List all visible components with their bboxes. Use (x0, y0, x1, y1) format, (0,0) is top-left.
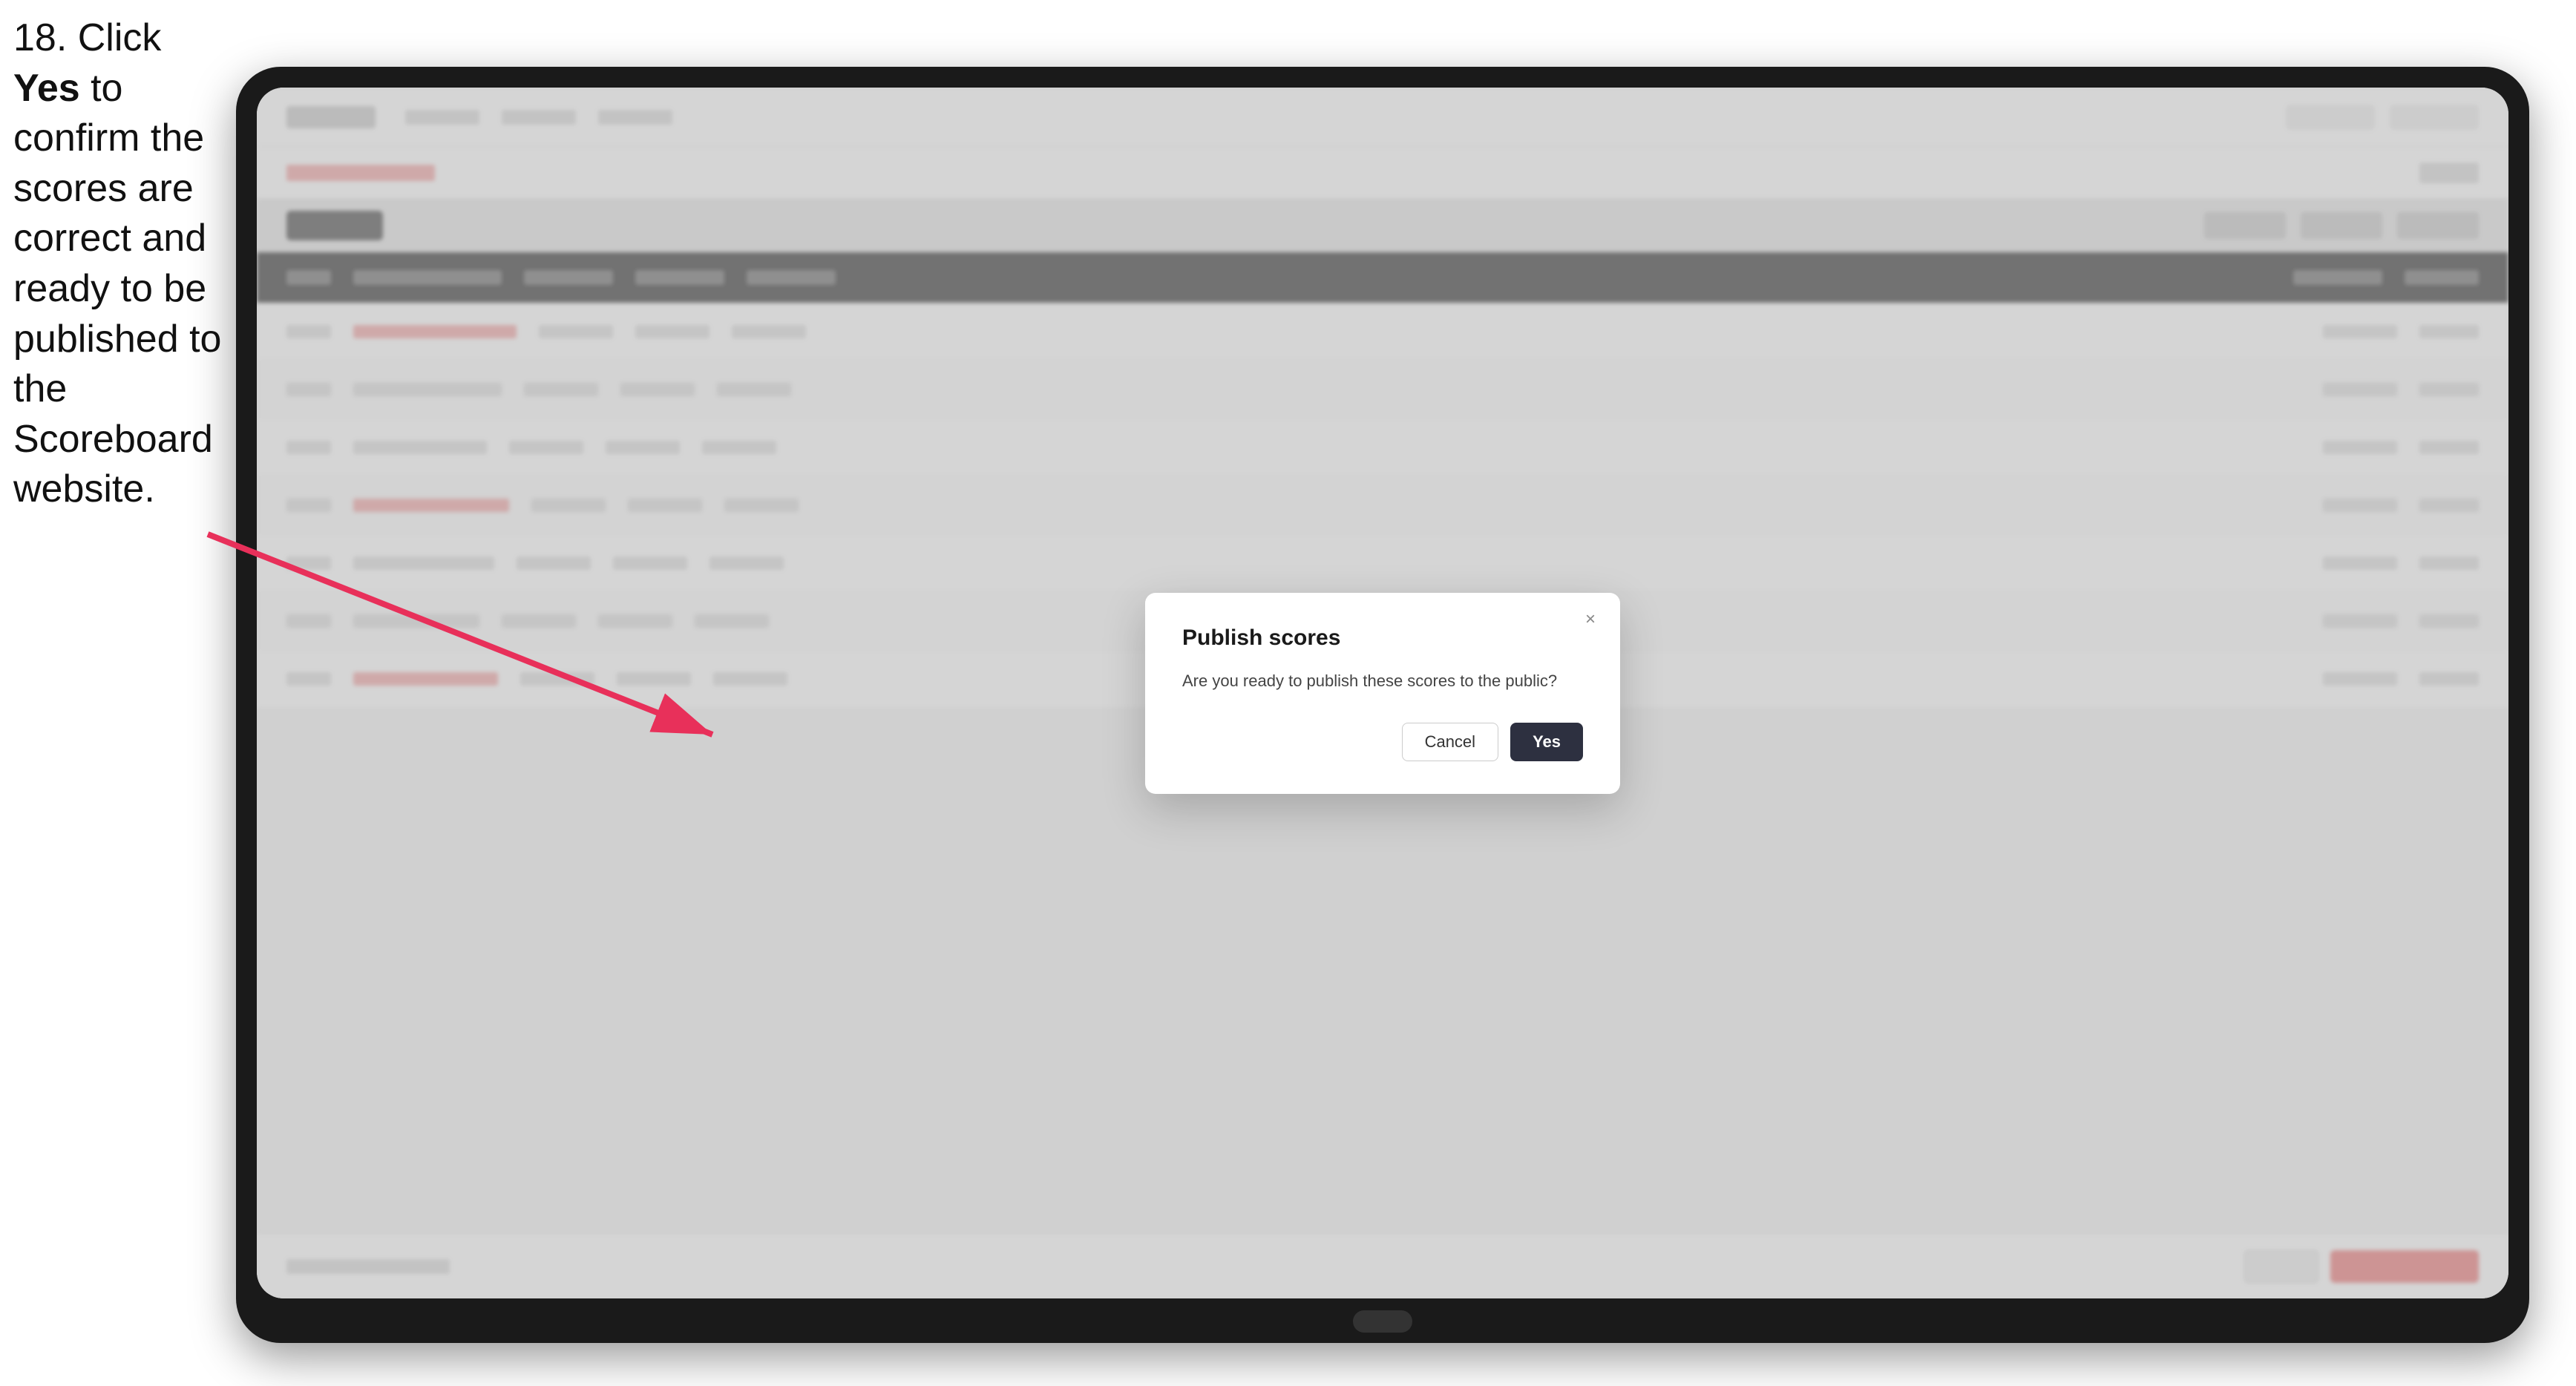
tablet-device: × Publish scores Are you ready to publis… (236, 67, 2529, 1343)
step-number: 18. (13, 16, 67, 59)
modal-message: Are you ready to publish these scores to… (1182, 669, 1583, 693)
modal-title: Publish scores (1182, 625, 1583, 651)
yes-emphasis: Yes (13, 67, 80, 110)
yes-button[interactable]: Yes (1510, 723, 1583, 761)
publish-scores-dialog: × Publish scores Are you ready to publis… (1145, 593, 1620, 794)
modal-close-button[interactable]: × (1577, 606, 1604, 633)
modal-buttons: Cancel Yes (1182, 723, 1583, 761)
app-screen: × Publish scores Are you ready to publis… (257, 88, 2508, 1298)
instruction-prefix: Click (67, 16, 161, 59)
instruction-suffix: to confirm the scores are correct and re… (13, 67, 221, 511)
tablet-home-bar (1353, 1310, 1412, 1333)
tablet-screen: × Publish scores Are you ready to publis… (257, 88, 2508, 1298)
instruction-text: 18. Click Yes to confirm the scores are … (13, 13, 229, 515)
modal-overlay: × Publish scores Are you ready to publis… (257, 88, 2508, 1298)
cancel-button[interactable]: Cancel (1402, 723, 1498, 761)
